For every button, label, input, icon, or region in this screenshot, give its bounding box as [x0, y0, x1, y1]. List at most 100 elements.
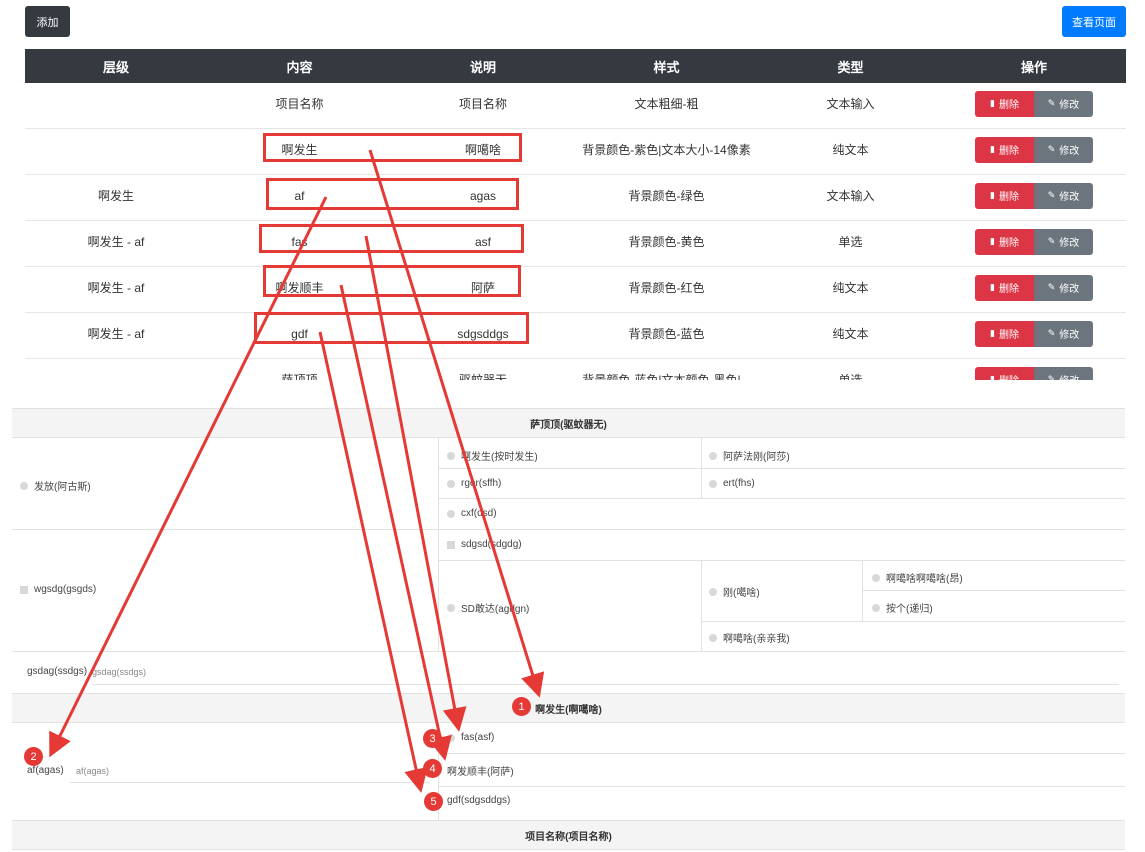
radio-icon: [447, 603, 455, 612]
gsdag-input[interactable]: gsdag(ssdgs): [92, 667, 146, 677]
cell-style: 文本粗细-粗: [634, 97, 699, 111]
header-desc: 说明: [469, 59, 496, 75]
view-page-button[interactable]: 查看页面: [1062, 6, 1126, 37]
edit-button[interactable]: ✎修改: [1034, 366, 1093, 380]
checkbox-icon: [20, 585, 28, 594]
checkbox-wgsdg[interactable]: wgsdg(gsgds): [20, 584, 96, 595]
table-row: 萨顶顶 驱蚊器无 背景颜色-蓝色|文本颜色-黑色|... 单选 ▮删除✎修改: [25, 359, 1126, 380]
highlight-box: [254, 312, 529, 344]
cell-actions: ▮删除✎修改: [942, 313, 1126, 358]
radio-afasheng[interactable]: 啊发生(按时发生): [447, 448, 538, 463]
marker-1: 1: [512, 697, 531, 716]
edit-button[interactable]: ✎修改: [1034, 90, 1093, 117]
radio-icon: [872, 603, 880, 612]
delete-button[interactable]: ▮删除: [975, 274, 1034, 301]
delete-button[interactable]: ▮删除: [975, 228, 1034, 255]
edit-icon: ✎: [1047, 190, 1056, 200]
gsdag-label: gsdag(ssdgs): [27, 666, 88, 677]
cell-actions: ▮删除✎修改: [942, 267, 1126, 312]
delete-button[interactable]: ▮删除: [975, 136, 1034, 163]
af-input[interactable]: af(agas): [76, 766, 109, 776]
edit-icon: ✎: [1047, 328, 1056, 338]
table-row: 啊发生 - af 啊发顺丰 阿萨 背景颜色-红色 纯文本 ▮ 删除 ✎ 修改: [25, 267, 1126, 313]
marker-3: 3: [423, 729, 442, 748]
header-content: 内容: [286, 59, 313, 75]
highlight-box: [266, 178, 519, 210]
marker-5: 5: [424, 792, 443, 811]
cell-style: 背景颜色-紫色|文本大小-14像素: [582, 143, 751, 157]
radio-icon: [447, 479, 455, 488]
table-row: 啊发生 - af fas asf 背景颜色-黄色 单选 ▮ 删除 ✎ 修改: [25, 221, 1126, 267]
highlight-box: [259, 224, 524, 253]
cell-level: [25, 355, 207, 380]
highlight-box: [263, 133, 522, 162]
cell-actions: ▮删除✎修改: [942, 359, 1126, 380]
header-actions: 操作: [1020, 59, 1047, 75]
header-level: 层级: [102, 59, 129, 75]
cell-actions: ▮删除✎修改: [942, 83, 1126, 128]
delete-button[interactable]: ▮删除: [975, 90, 1034, 117]
trash-icon: ▮: [990, 98, 995, 108]
radio-ert[interactable]: ert(fhs): [709, 478, 755, 489]
cell-style: 背景颜色-黄色: [628, 235, 705, 249]
checkbox-icon: [447, 540, 455, 549]
header-type: 类型: [837, 59, 864, 75]
cell-type: 纯文本: [832, 143, 869, 157]
cell-type: 单选: [838, 373, 863, 380]
cell-level: 啊发生 - af: [87, 281, 145, 295]
edit-icon: ✎: [1047, 282, 1056, 292]
highlight-box: [263, 265, 521, 297]
section-title-3: 项目名称(项目名称): [12, 820, 1125, 850]
cell-type: 纯文本: [832, 327, 869, 341]
radio-icon: [709, 451, 717, 460]
radio-icon: [20, 481, 28, 490]
cell-level: 啊发生: [97, 189, 134, 203]
edit-button[interactable]: ✎修改: [1034, 228, 1093, 255]
edit-button[interactable]: ✎修改: [1034, 320, 1093, 347]
cell-actions: ▮删除✎修改: [942, 129, 1126, 174]
cell-content: 萨顶顶: [281, 373, 318, 380]
radio-gang[interactable]: 刚(噶啥): [709, 584, 760, 599]
cell-actions: ▮删除✎修改: [942, 175, 1126, 220]
radio-icon: [447, 509, 455, 518]
data-table: 层级 内容 说明 样式 类型 操作 项目名称 项目名称 文本粗细-粗 文本输入 ▮ 删除 ✎…: [25, 49, 1126, 380]
delete-button[interactable]: ▮删除: [975, 320, 1034, 347]
cell-style: 背景颜色-蓝色|文本颜色-黑色|...: [582, 373, 751, 380]
radio-cxf[interactable]: cxf(dsd): [447, 508, 497, 519]
trash-icon: ▮: [990, 374, 995, 380]
radio-sd[interactable]: SD敢达(agdgn): [447, 600, 529, 615]
marker-2: 2: [24, 747, 43, 766]
edit-button[interactable]: ✎修改: [1034, 274, 1093, 301]
radio-angge[interactable]: 按个(递归): [872, 600, 933, 615]
radio-icon: [447, 733, 455, 742]
section-title-1: 萨顶顶(驱蚊器无): [12, 408, 1125, 438]
radio-aga1[interactable]: 啊噶啥啊噶啥(昂): [872, 570, 963, 585]
cell-type: 纯文本: [832, 281, 869, 295]
header-style: 样式: [653, 59, 680, 75]
cell-actions: ▮删除✎修改: [942, 221, 1126, 266]
table-row: 啊发生 啊噶啥 背景颜色-紫色|文本大小-14像素 纯文本 ▮ 删除 ✎ 修改: [25, 129, 1126, 175]
cell-type: 单选: [838, 235, 863, 249]
cell-desc: 驱蚊器无: [458, 373, 507, 380]
edit-icon: ✎: [1047, 144, 1056, 154]
radio-icon: [872, 573, 880, 582]
add-button[interactable]: 添加: [25, 6, 70, 37]
radio-fas[interactable]: fas(asf): [447, 732, 494, 743]
radio-asa[interactable]: 阿萨法刚(阿莎): [709, 448, 790, 463]
cell-type: 文本输入: [826, 97, 875, 111]
checkbox-sdgsd[interactable]: sdgsd(sdgdg): [447, 539, 522, 550]
trash-icon: ▮: [990, 190, 995, 200]
cell-desc: 项目名称: [458, 97, 507, 111]
edit-button[interactable]: ✎修改: [1034, 182, 1093, 209]
radio-rger[interactable]: rger(sffh): [447, 478, 501, 489]
radio-aga2[interactable]: 啊噶啥(亲亲我): [709, 630, 790, 645]
delete-button[interactable]: ▮删除: [975, 366, 1034, 380]
delete-button[interactable]: ▮删除: [975, 182, 1034, 209]
radio-fafang[interactable]: 发放(阿古斯): [20, 478, 91, 493]
table-row: 啊发生 - af gdf sdgsddgs 背景颜色-蓝色 纯文本 ▮ 删除 ✎ 修改: [25, 313, 1126, 359]
table-header: 层级 内容 说明 样式 类型 操作: [25, 49, 1126, 83]
radio-icon: [447, 451, 455, 460]
cell-type: 文本输入: [826, 189, 875, 203]
edit-button[interactable]: ✎修改: [1034, 136, 1093, 163]
edit-icon: ✎: [1047, 374, 1056, 380]
